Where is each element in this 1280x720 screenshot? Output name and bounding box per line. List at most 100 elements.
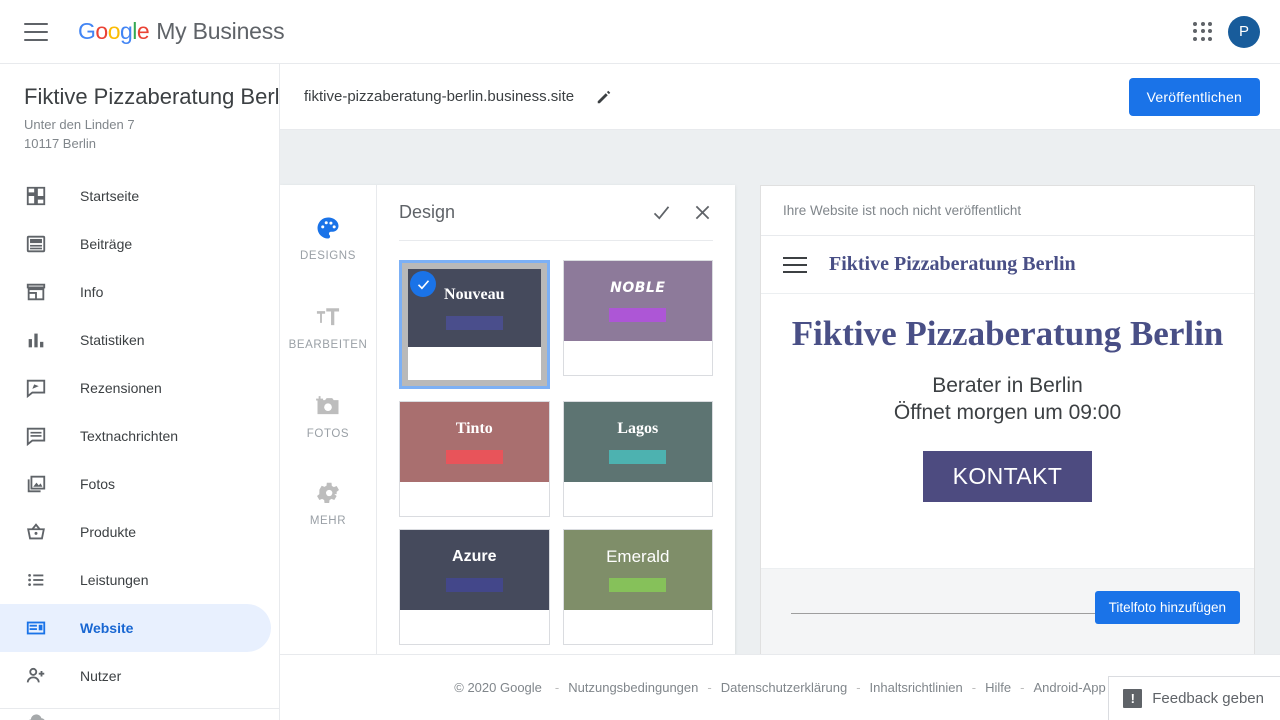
sidebar-item-overflow[interactable] — [0, 709, 271, 720]
rail-item-label: BEARBEITEN — [288, 339, 368, 351]
message-icon — [24, 424, 48, 448]
preview-subline-1[interactable]: Berater in Berlin — [771, 374, 1244, 398]
theme-name: NOBLE — [610, 279, 666, 296]
footer-link-android-app[interactable]: Android-App — [1033, 680, 1105, 695]
sidebar-item-textnachrichten[interactable]: Textnachrichten — [0, 412, 271, 460]
photo-placeholder-line — [791, 613, 1116, 614]
publish-button[interactable]: Veröffentlichen — [1128, 77, 1260, 116]
post-icon — [24, 232, 48, 256]
sidebar-item-nutzer[interactable]: Nutzer — [0, 652, 271, 700]
dashboard-icon — [24, 184, 48, 208]
footer-separator: - — [856, 680, 861, 695]
preview-subline-2: Öffnet morgen um 09:00 — [893, 401, 1122, 425]
design-panel-title: Design — [399, 202, 456, 222]
check-icon[interactable] — [651, 202, 672, 223]
brand-suffix: My Business — [156, 18, 285, 44]
theme-card-footer — [400, 610, 549, 644]
site-url-text: fiktive-pizzaberatung-berlin.business.si… — [304, 88, 575, 105]
hamburger-menu-icon[interactable] — [24, 22, 48, 41]
theme-preview: Tinto — [400, 402, 549, 482]
theme-preview: Emerald — [563, 530, 712, 610]
preview-cta-button[interactable]: KONTAKT — [922, 451, 1093, 503]
preview-hero: Fiktive Pizzaberatung Berlin Berater in … — [761, 294, 1254, 503]
sidebar-item-startseite[interactable]: Startseite — [0, 172, 271, 220]
theme-card-footer — [563, 610, 712, 644]
google-logo: Google — [78, 18, 150, 44]
theme-card-noble[interactable]: NOBLE — [562, 260, 713, 376]
review-icon — [24, 376, 48, 400]
footer-separator: - — [971, 680, 977, 695]
sidebar-nav: Startseite Beiträge Info Statistiken Rez… — [0, 172, 279, 720]
theme-card-nouveau[interactable]: Nouveau — [399, 260, 550, 389]
bar-chart-icon — [24, 328, 48, 352]
sidebar-item-info[interactable]: Info — [0, 268, 271, 316]
sidebar-item-rezensionen[interactable]: Rezensionen — [0, 364, 271, 412]
photo-icon — [24, 472, 48, 496]
add-cover-photo-button[interactable]: Titelfoto hinzufügen — [1094, 591, 1240, 624]
design-panel-header: Design — [399, 185, 713, 241]
sidebar: Fiktive Pizzaberatung Berlin Unter den L… — [0, 64, 280, 720]
sidebar-item-fotos[interactable]: Fotos — [0, 460, 271, 508]
footer-separator: - — [554, 680, 560, 695]
text-size-icon — [314, 302, 342, 332]
exclamation-icon: ! — [1123, 689, 1143, 708]
close-icon[interactable] — [692, 202, 713, 223]
sidebar-item-label: Textnachrichten — [80, 428, 179, 445]
preview-headline[interactable]: Fiktive Pizzaberatung Berlin — [771, 314, 1244, 354]
business-address: Unter den Linden 7 10117 Berlin — [0, 110, 279, 154]
sidebar-item-website[interactable]: Website — [0, 604, 271, 653]
site-url-bar: fiktive-pizzaberatung-berlin.business.si… — [280, 64, 1280, 130]
list-icon — [24, 568, 48, 592]
hamburger-menu-icon[interactable] — [783, 256, 807, 273]
copyright-text: © 2020 Google — [454, 680, 542, 695]
theme-card-azure[interactable]: Azure — [399, 529, 550, 645]
theme-accent-swatch — [445, 449, 503, 464]
sidebar-item-statistiken[interactable]: Statistiken — [0, 316, 271, 364]
theme-name: Azure — [452, 547, 497, 565]
theme-grid: Nouveau NOBLE Tinto Lagos Azure Emerald — [399, 241, 713, 645]
sidebar-item-label: Leistungen — [80, 572, 149, 589]
rail-item-label: MEHR — [309, 515, 347, 527]
theme-name: Nouveau — [444, 285, 505, 303]
design-panel: DESIGNS BEARBEITEN FOTOS MEHR Design Nou… — [280, 185, 735, 665]
check-icon — [410, 271, 436, 297]
theme-name: Emerald — [606, 547, 670, 566]
footer-link-inhaltsrichtlinien[interactable]: Inhaltsrichtlinien — [870, 680, 963, 695]
address-line-1: Unter den Linden 7 — [24, 117, 135, 133]
sidebar-item-label: Produkte — [80, 524, 137, 541]
theme-accent-swatch — [609, 449, 667, 464]
cloud-icon — [24, 709, 48, 720]
main-content: fiktive-pizzaberatung-berlin.business.si… — [280, 64, 1280, 720]
footer-link-nutzungsbedingungen[interactable]: Nutzungsbedingungen — [568, 680, 698, 695]
preview-brand: Fiktive Pizzaberatung Berlin — [829, 253, 1076, 275]
theme-card-lagos[interactable]: Lagos — [562, 401, 713, 517]
sidebar-item-label: Nutzer — [80, 668, 122, 685]
rail-item-bearbeiten[interactable]: BEARBEITEN — [280, 290, 376, 365]
theme-name: Lagos — [617, 419, 659, 437]
sidebar-item-label: Rezensionen — [80, 380, 162, 397]
pencil-icon[interactable] — [594, 87, 614, 107]
theme-accent-swatch — [609, 307, 667, 322]
theme-name: Tinto — [455, 419, 493, 437]
avatar[interactable]: P — [1228, 15, 1260, 48]
theme-card-emerald[interactable]: Emerald — [562, 529, 713, 645]
rail-item-mehr[interactable]: MEHR — [280, 466, 376, 541]
footer-link-datenschutzerklaerung[interactable]: Datenschutzerklärung — [721, 680, 847, 695]
theme-card-tinto[interactable]: Tinto — [399, 401, 550, 517]
sidebar-item-beitraege[interactable]: Beiträge — [0, 220, 271, 268]
rail-item-fotos[interactable]: FOTOS — [280, 379, 376, 454]
sidebar-item-leistungen[interactable]: Leistungen — [0, 556, 271, 604]
theme-card-footer — [563, 341, 712, 375]
apps-grid-icon[interactable] — [1192, 21, 1214, 43]
sidebar-item-produkte[interactable]: Produkte — [0, 508, 271, 556]
footer-separator: - — [707, 680, 712, 695]
rail-item-label: DESIGNS — [300, 250, 356, 262]
footer-link-hilfe[interactable]: Hilfe — [985, 680, 1011, 695]
design-panel-body: Design Nouveau NOBLE Tinto Lagos Azure E… — [377, 185, 735, 665]
feedback-button[interactable]: ! Feedback geben — [1108, 676, 1280, 720]
topbar-right-group: P — [1192, 15, 1260, 48]
rail-item-designs[interactable]: DESIGNS — [280, 201, 376, 276]
basket-icon — [24, 520, 48, 544]
theme-accent-swatch — [445, 577, 503, 592]
store-icon — [24, 280, 48, 304]
